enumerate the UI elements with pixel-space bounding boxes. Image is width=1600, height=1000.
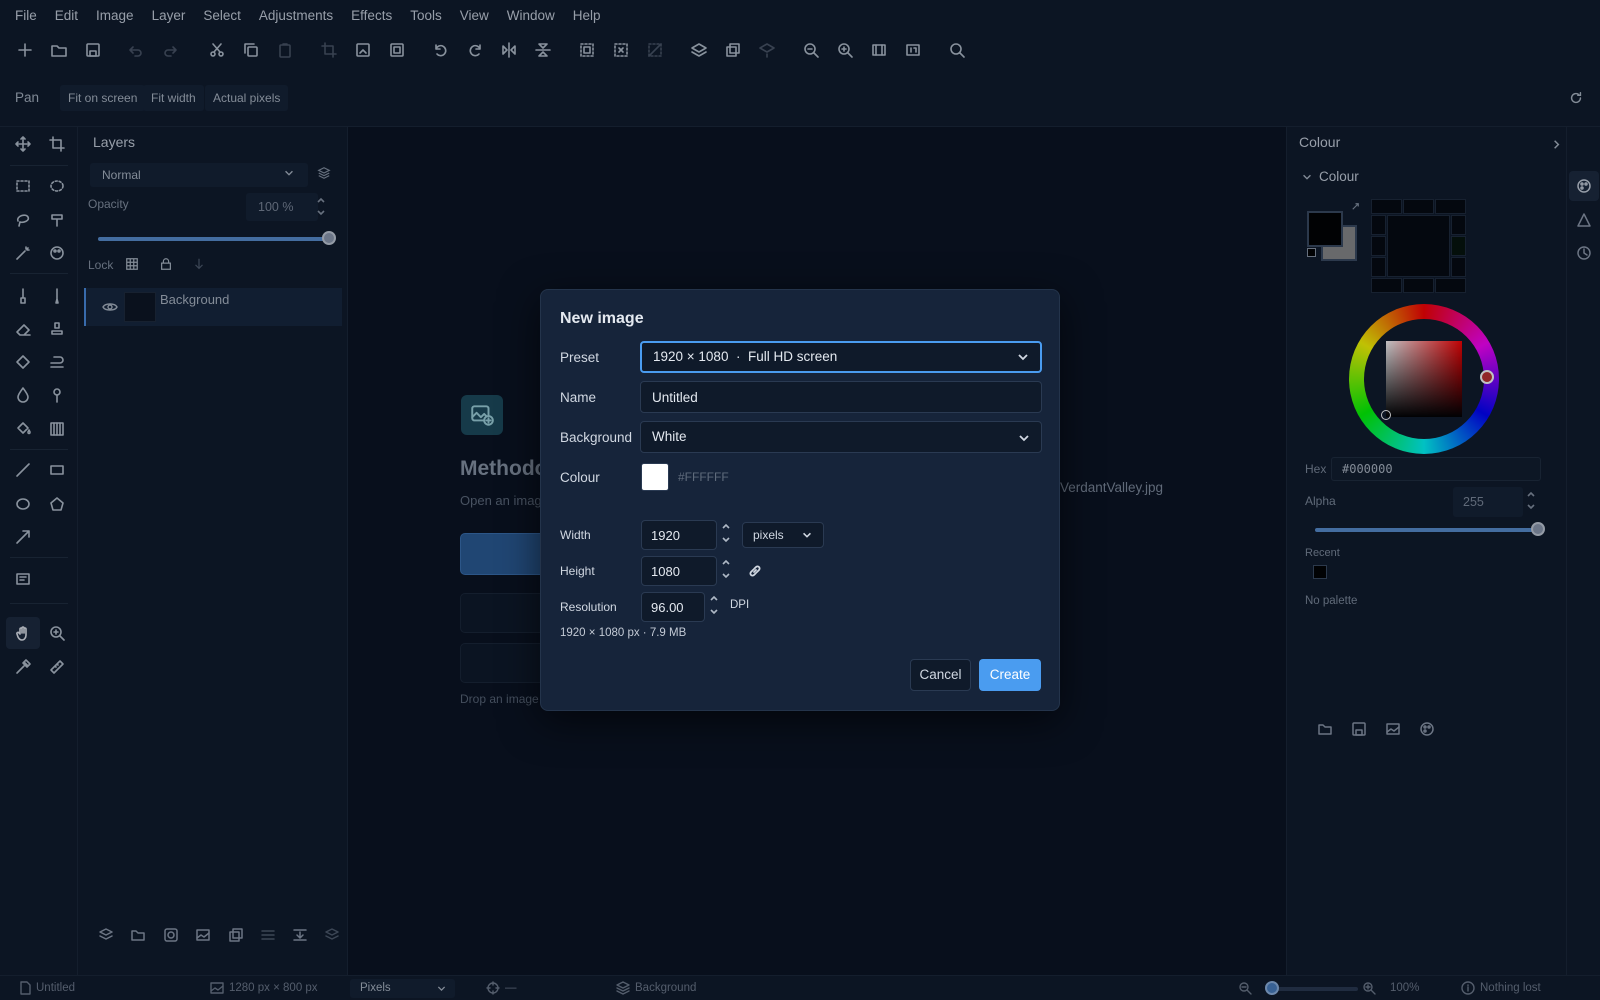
- cancel-button[interactable]: Cancel: [910, 659, 971, 691]
- increment-icon[interactable]: [709, 592, 719, 604]
- new-image-dialog: New image Preset 1920 × 1080 · Full HD s…: [540, 289, 1060, 711]
- image-summary: 1920 × 1080 px · 7.9 MB: [560, 627, 687, 639]
- height-label: Height: [560, 564, 595, 578]
- resolution-label: Resolution: [560, 600, 617, 614]
- preset-label: Preset: [560, 350, 600, 365]
- chevron-down-icon: [800, 528, 814, 542]
- preset-select[interactable]: 1920 × 1080 · Full HD screen: [640, 341, 1042, 373]
- increment-icon[interactable]: [721, 520, 731, 532]
- name-input[interactable]: [640, 381, 1042, 413]
- background-select[interactable]: White: [640, 421, 1042, 453]
- units-dropdown[interactable]: pixels: [742, 522, 824, 548]
- colour-hex-value: #FFFFFF: [678, 470, 729, 484]
- create-button[interactable]: Create: [979, 659, 1041, 691]
- link-aspect-icon[interactable]: [748, 564, 762, 578]
- decrement-icon[interactable]: [709, 606, 719, 618]
- background-value: White: [652, 429, 687, 444]
- name-label: Name: [560, 390, 597, 405]
- colour-swatch[interactable]: [641, 463, 669, 491]
- preset-value: 1920 × 1080 · Full HD screen: [653, 349, 838, 364]
- background-label: Background: [560, 430, 633, 445]
- decrement-icon[interactable]: [721, 570, 731, 582]
- chevron-down-icon: [1017, 431, 1031, 445]
- dialog-title: New image: [560, 310, 644, 327]
- colour-label: Colour: [560, 470, 600, 485]
- resolution-unit: DPI: [730, 599, 750, 611]
- resolution-input[interactable]: [641, 592, 705, 622]
- width-input[interactable]: [641, 520, 717, 550]
- height-input[interactable]: [641, 556, 717, 586]
- units-dropdown-value: pixels: [753, 528, 784, 542]
- chevron-down-icon: [1016, 350, 1030, 364]
- width-label: Width: [560, 528, 591, 542]
- increment-icon[interactable]: [721, 556, 731, 568]
- decrement-icon[interactable]: [721, 534, 731, 546]
